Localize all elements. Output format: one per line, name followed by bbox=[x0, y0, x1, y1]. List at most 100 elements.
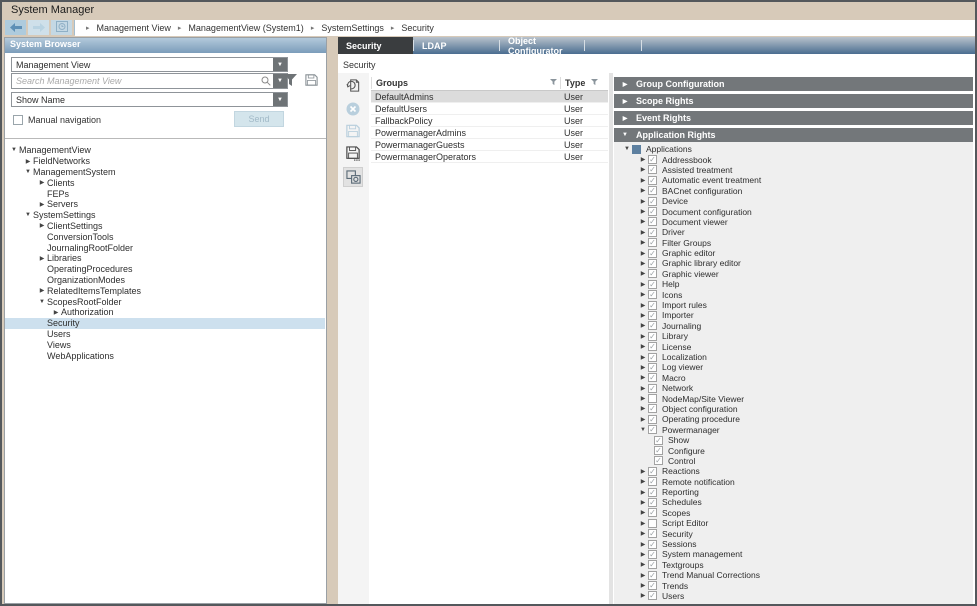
tree-item-libraries[interactable]: ▶Libraries bbox=[5, 253, 325, 264]
tree-expander-icon[interactable]: ▶ bbox=[51, 309, 61, 316]
app-right-document-configuration[interactable]: ▶✓Document configuration bbox=[614, 206, 973, 216]
tree-expander-icon[interactable]: ▶ bbox=[638, 198, 648, 205]
tree-expander-icon[interactable]: ▼ bbox=[622, 146, 632, 152]
history-button[interactable] bbox=[51, 20, 72, 35]
tree-expander-icon[interactable]: ▶ bbox=[638, 530, 648, 537]
type-column-header[interactable]: Type bbox=[560, 77, 608, 89]
app-right-checkbox[interactable]: ✓ bbox=[648, 425, 657, 434]
group-row-defaultusers[interactable]: DefaultUsersUser bbox=[371, 103, 608, 115]
group-row-powermanagerguests[interactable]: PowermanagerGuestsUser bbox=[371, 139, 608, 151]
tree-item-clientsettings[interactable]: ▶ClientSettings bbox=[5, 221, 325, 232]
back-button[interactable] bbox=[5, 20, 26, 35]
app-right-show[interactable]: ✓Show bbox=[614, 435, 973, 445]
app-right-checkbox[interactable]: ✓ bbox=[648, 571, 657, 580]
tree-expander-icon[interactable]: ▶ bbox=[37, 222, 47, 229]
app-right-checkbox[interactable]: ✓ bbox=[648, 269, 657, 278]
tree-item-views[interactable]: Views bbox=[5, 339, 325, 350]
section-header-scope-rights[interactable]: ▶Scope Rights bbox=[614, 94, 973, 108]
tree-expander-icon[interactable]: ▶ bbox=[638, 582, 648, 589]
breadcrumb-item[interactable]: SystemSettings bbox=[321, 23, 384, 33]
tree-item-organizationmodes[interactable]: OrganizationModes bbox=[5, 275, 325, 286]
app-right-trend-manual-corrections[interactable]: ▶✓Trend Manual Corrections bbox=[614, 570, 973, 580]
tree-item-users[interactable]: Users bbox=[5, 329, 325, 340]
tree-expander-icon[interactable]: ▶ bbox=[638, 187, 648, 194]
app-right-checkbox[interactable]: ✓ bbox=[648, 311, 657, 320]
app-right-checkbox[interactable]: ✓ bbox=[648, 259, 657, 268]
tree-expander-icon[interactable]: ▶ bbox=[638, 354, 648, 361]
tree-expander-icon[interactable]: ▶ bbox=[638, 478, 648, 485]
group-row-powermanageroperators[interactable]: PowermanagerOperatorsUser bbox=[371, 151, 608, 163]
section-expander-icon[interactable]: ▶ bbox=[614, 81, 636, 88]
tree-item-systemsettings[interactable]: ▼SystemSettings bbox=[5, 210, 325, 221]
app-right-import-rules[interactable]: ▶✓Import rules bbox=[614, 300, 973, 310]
tab-security[interactable]: Security bbox=[338, 37, 413, 54]
tree-expander-icon[interactable]: ▶ bbox=[638, 343, 648, 350]
app-right-checkbox[interactable]: ✓ bbox=[648, 238, 657, 247]
section-header-application-rights[interactable]: ▼Application Rights bbox=[614, 128, 973, 142]
app-right-help[interactable]: ▶✓Help bbox=[614, 279, 973, 289]
app-right-device[interactable]: ▶✓Device bbox=[614, 196, 973, 206]
app-right-checkbox[interactable]: ✓ bbox=[648, 186, 657, 195]
app-right-checkbox[interactable]: ✓ bbox=[648, 404, 657, 413]
groups-column-header[interactable]: Groups bbox=[371, 77, 560, 89]
app-right-graphic-editor[interactable]: ▶✓Graphic editor bbox=[614, 248, 973, 258]
app-right-checkbox[interactable]: ✓ bbox=[648, 529, 657, 538]
object-configurator-button[interactable] bbox=[343, 167, 363, 187]
tree-expander-icon[interactable]: ▶ bbox=[638, 239, 648, 246]
app-right-checkbox[interactable]: ✓ bbox=[648, 321, 657, 330]
app-right-graphic-library-editor[interactable]: ▶✓Graphic library editor bbox=[614, 258, 973, 268]
app-right-trends[interactable]: ▶✓Trends bbox=[614, 580, 973, 590]
new-group-button[interactable] bbox=[343, 75, 363, 95]
app-right-checkbox[interactable]: ✓ bbox=[648, 332, 657, 341]
tree-expander-icon[interactable]: ▶ bbox=[638, 395, 648, 402]
tree-item-servers[interactable]: ▶Servers bbox=[5, 199, 325, 210]
chevron-down-icon[interactable]: ▼ bbox=[273, 93, 287, 106]
tree-expander-icon[interactable]: ▶ bbox=[638, 405, 648, 412]
app-right-nodemap-site-viewer[interactable]: ▶NodeMap/Site Viewer bbox=[614, 393, 973, 403]
delete-group-button[interactable] bbox=[343, 99, 363, 119]
app-right-control[interactable]: ✓Control bbox=[614, 456, 973, 466]
app-right-checkbox[interactable]: ✓ bbox=[648, 508, 657, 517]
tree-expander-icon[interactable]: ▶ bbox=[638, 333, 648, 340]
tree-expander-icon[interactable]: ▼ bbox=[9, 147, 19, 153]
app-right-log-viewer[interactable]: ▶✓Log viewer bbox=[614, 362, 973, 372]
app-right-automatic-event-treatment[interactable]: ▶✓Automatic event treatment bbox=[614, 175, 973, 185]
app-right-users[interactable]: ▶✓Users bbox=[614, 591, 973, 601]
tree-expander-icon[interactable]: ▶ bbox=[638, 312, 648, 319]
save-all-button[interactable] bbox=[343, 143, 363, 163]
tree-item-scopesrootfolder[interactable]: ▼ScopesRootFolder bbox=[5, 296, 325, 307]
app-right-icons[interactable]: ▶✓Icons bbox=[614, 289, 973, 299]
tree-expander-icon[interactable]: ▶ bbox=[638, 416, 648, 423]
tree-item-managementsystem[interactable]: ▼ManagementSystem bbox=[5, 167, 325, 178]
app-right-checkbox[interactable]: ✓ bbox=[648, 498, 657, 507]
send-button[interactable]: Send bbox=[234, 111, 284, 127]
tree-item-managementview[interactable]: ▼ManagementView bbox=[5, 145, 325, 156]
tree-expander-icon[interactable]: ▶ bbox=[638, 229, 648, 236]
search-icon[interactable] bbox=[259, 76, 273, 86]
tree-expander-icon[interactable]: ▶ bbox=[638, 551, 648, 558]
tree-expander-icon[interactable]: ▶ bbox=[37, 201, 47, 208]
tree-expander-icon[interactable]: ▶ bbox=[638, 156, 648, 163]
tree-expander-icon[interactable]: ▼ bbox=[23, 169, 33, 175]
tree-expander-icon[interactable]: ▶ bbox=[638, 302, 648, 309]
tree-expander-icon[interactable]: ▼ bbox=[23, 212, 33, 218]
app-right-checkbox[interactable] bbox=[648, 394, 657, 403]
manual-navigation-checkbox[interactable] bbox=[13, 115, 23, 125]
app-right-checkbox[interactable]: ✓ bbox=[648, 165, 657, 174]
applications-root-row[interactable]: ▼Applications bbox=[614, 144, 973, 154]
tree-expander-icon[interactable]: ▶ bbox=[638, 468, 648, 475]
app-right-localization[interactable]: ▶✓Localization bbox=[614, 352, 973, 362]
filter-icon[interactable] bbox=[284, 73, 297, 91]
app-right-checkbox[interactable]: ✓ bbox=[648, 363, 657, 372]
app-right-checkbox[interactable]: ✓ bbox=[648, 540, 657, 549]
tree-expander-icon[interactable]: ▶ bbox=[638, 281, 648, 288]
tree-item-journalingrootfolder[interactable]: JournalingRootFolder bbox=[5, 242, 325, 253]
app-right-graphic-viewer[interactable]: ▶✓Graphic viewer bbox=[614, 269, 973, 279]
applications-root-checkbox[interactable] bbox=[632, 145, 641, 154]
app-right-checkbox[interactable]: ✓ bbox=[654, 446, 663, 455]
tree-expander-icon[interactable]: ▶ bbox=[37, 287, 47, 294]
tree-expander-icon[interactable]: ▼ bbox=[638, 427, 648, 433]
app-right-checkbox[interactable]: ✓ bbox=[648, 301, 657, 310]
tree-expander-icon[interactable]: ▶ bbox=[638, 489, 648, 496]
app-right-bacnet-configuration[interactable]: ▶✓BACnet configuration bbox=[614, 186, 973, 196]
